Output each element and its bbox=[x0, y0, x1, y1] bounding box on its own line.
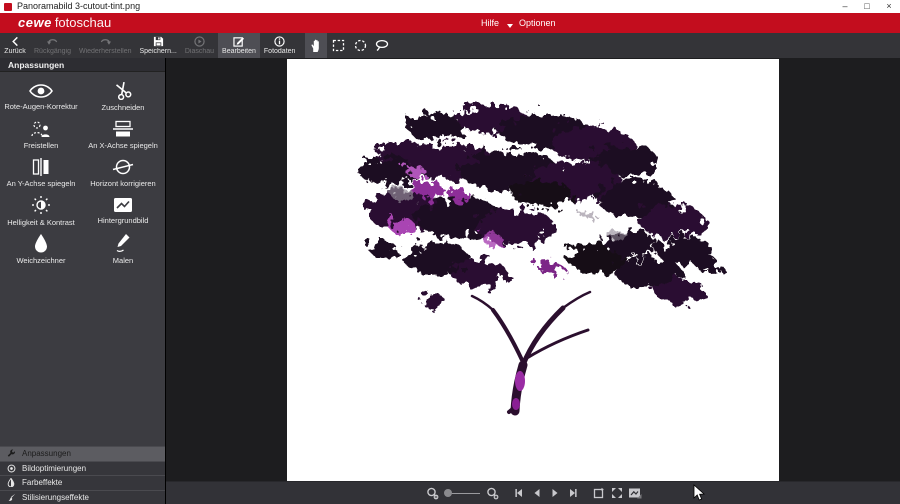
zoom-out-icon bbox=[426, 487, 439, 500]
previous-image-button[interactable] bbox=[529, 484, 545, 502]
lasso-tool-button[interactable] bbox=[371, 33, 393, 58]
section-label: Anpassungen bbox=[22, 449, 71, 458]
lasso-icon bbox=[375, 39, 389, 52]
pen-icon bbox=[114, 233, 132, 253]
section-color-effects[interactable]: Farbeffekte bbox=[0, 475, 165, 490]
logo-product: fotoschau bbox=[55, 15, 111, 30]
tool-soften[interactable]: Weichzeichner bbox=[0, 230, 82, 268]
brush-icon bbox=[6, 493, 16, 502]
photo-canvas[interactable] bbox=[287, 59, 779, 481]
flip-horizontal-icon bbox=[112, 120, 134, 138]
last-image-button[interactable] bbox=[565, 484, 581, 502]
menu-help[interactable]: Hilfe bbox=[481, 13, 513, 33]
first-icon bbox=[514, 488, 524, 498]
rect-marquee-icon bbox=[332, 39, 345, 52]
optimize-icon bbox=[6, 464, 16, 473]
tree-image bbox=[287, 59, 779, 481]
chevron-down-icon bbox=[507, 24, 513, 28]
back-button[interactable]: Zurück bbox=[0, 33, 30, 58]
tool-cutout[interactable]: Freistellen bbox=[0, 116, 82, 154]
next-icon bbox=[550, 488, 560, 498]
original-size-icon bbox=[593, 487, 605, 499]
app-header: cewefotoschau Hilfe Optionen bbox=[0, 13, 900, 33]
titlebar: Panoramabild 3-cutout-tint.png – □ × bbox=[0, 0, 900, 13]
eye-icon bbox=[28, 83, 54, 99]
rect-select-tool-button[interactable] bbox=[327, 33, 349, 58]
adjustment-tool-grid: Rote-Augen-Korrektur Zuschneiden Freiste… bbox=[0, 78, 165, 268]
color-drop-icon bbox=[6, 478, 16, 487]
water-drop-icon bbox=[33, 233, 49, 253]
fullscreen-icon bbox=[611, 487, 623, 499]
image-icon bbox=[113, 197, 133, 213]
info-icon bbox=[274, 36, 285, 47]
previous-icon bbox=[532, 488, 542, 498]
edit-button[interactable]: Bearbeiten bbox=[218, 33, 260, 58]
slideshow-icon bbox=[194, 36, 205, 47]
sidebar-panel-title: Anpassungen bbox=[0, 58, 165, 72]
app-logo: cewefotoschau bbox=[18, 15, 111, 30]
redo-button[interactable]: Wiederherstellen bbox=[75, 33, 136, 58]
maximize-button[interactable]: □ bbox=[856, 0, 878, 13]
sidebar-section-list: Anpassungen Bildoptimierungen Farbeffekt… bbox=[0, 446, 165, 504]
section-label: Stilisierungseffekte bbox=[22, 493, 89, 502]
first-image-button[interactable] bbox=[511, 484, 527, 502]
image-viewer bbox=[165, 58, 900, 504]
compare-image-icon bbox=[628, 487, 642, 499]
menu-options[interactable]: Optionen bbox=[519, 13, 556, 33]
last-icon bbox=[568, 488, 578, 498]
chevron-left-icon bbox=[10, 36, 21, 47]
section-label: Bildoptimierungen bbox=[22, 464, 86, 473]
zoom-in-icon bbox=[486, 487, 499, 500]
hand-tool-button[interactable] bbox=[305, 33, 327, 58]
undo-icon bbox=[46, 36, 59, 47]
app-window: { "window": { "title": "Panoramabild 3-c… bbox=[0, 0, 900, 504]
save-icon bbox=[153, 36, 164, 47]
brightness-contrast-icon bbox=[31, 195, 51, 215]
zoom-in-button[interactable] bbox=[485, 484, 501, 502]
menu-options-label: Optionen bbox=[519, 18, 556, 28]
hand-icon bbox=[310, 39, 322, 53]
slideshow-button[interactable]: Diaschau bbox=[181, 33, 218, 58]
tool-flip-x-axis[interactable]: An X-Achse spiegeln bbox=[82, 116, 164, 154]
flip-vertical-icon bbox=[32, 158, 50, 176]
photodata-button[interactable]: Fotodaten bbox=[260, 33, 300, 58]
zoom-slider-handle[interactable] bbox=[444, 489, 452, 497]
edit-icon bbox=[233, 36, 245, 47]
tool-paint[interactable]: Malen bbox=[82, 230, 164, 268]
logo-brand: cewe bbox=[18, 15, 52, 30]
compare-original-button[interactable] bbox=[627, 484, 643, 502]
tool-fix-horizon[interactable]: Horizont korrigieren bbox=[82, 154, 164, 192]
horizon-icon bbox=[112, 158, 134, 176]
fullscreen-button[interactable] bbox=[609, 484, 625, 502]
close-button[interactable]: × bbox=[878, 0, 900, 13]
minimize-button[interactable]: – bbox=[834, 0, 856, 13]
tool-flip-y-axis[interactable]: An Y-Achse spiegeln bbox=[0, 154, 82, 192]
viewer-bottom-bar bbox=[166, 481, 900, 504]
wrench-icon bbox=[6, 449, 16, 458]
main-toolbar: Zurück Rückgängig Wiederherstellen Speic… bbox=[0, 33, 900, 58]
tool-crop[interactable]: Zuschneiden bbox=[82, 78, 164, 116]
tool-red-eye-correction[interactable]: Rote-Augen-Korrektur bbox=[0, 78, 82, 116]
section-stylize-effects[interactable]: Stilisierungseffekte bbox=[0, 490, 165, 504]
redo-icon bbox=[99, 36, 112, 47]
cutout-person-icon bbox=[30, 120, 52, 138]
tool-brightness-contrast[interactable]: Helligkeit & Kontrast bbox=[0, 192, 82, 230]
section-adjustments[interactable]: Anpassungen bbox=[0, 446, 165, 461]
zoom-out-button[interactable] bbox=[425, 484, 441, 502]
menu-help-label: Hilfe bbox=[481, 18, 499, 28]
window-title: Panoramabild 3-cutout-tint.png bbox=[17, 0, 140, 13]
sidebar-adjustments-panel: Anpassungen Rote-Augen-Korrektur Zuschne… bbox=[0, 58, 165, 504]
section-label: Farbeffekte bbox=[22, 478, 62, 487]
section-image-optimizations[interactable]: Bildoptimierungen bbox=[0, 461, 165, 476]
original-size-button[interactable] bbox=[591, 484, 607, 502]
scissors-icon bbox=[113, 82, 133, 100]
ellipse-select-tool-button[interactable] bbox=[349, 33, 371, 58]
app-icon bbox=[4, 3, 12, 11]
tool-background-image[interactable]: Hintergrundbild bbox=[82, 192, 164, 230]
save-button[interactable]: Speichern... bbox=[136, 33, 181, 58]
next-image-button[interactable] bbox=[547, 484, 563, 502]
undo-button[interactable]: Rückgängig bbox=[30, 33, 75, 58]
ellipse-marquee-icon bbox=[354, 39, 367, 52]
zoom-slider[interactable] bbox=[444, 484, 482, 502]
